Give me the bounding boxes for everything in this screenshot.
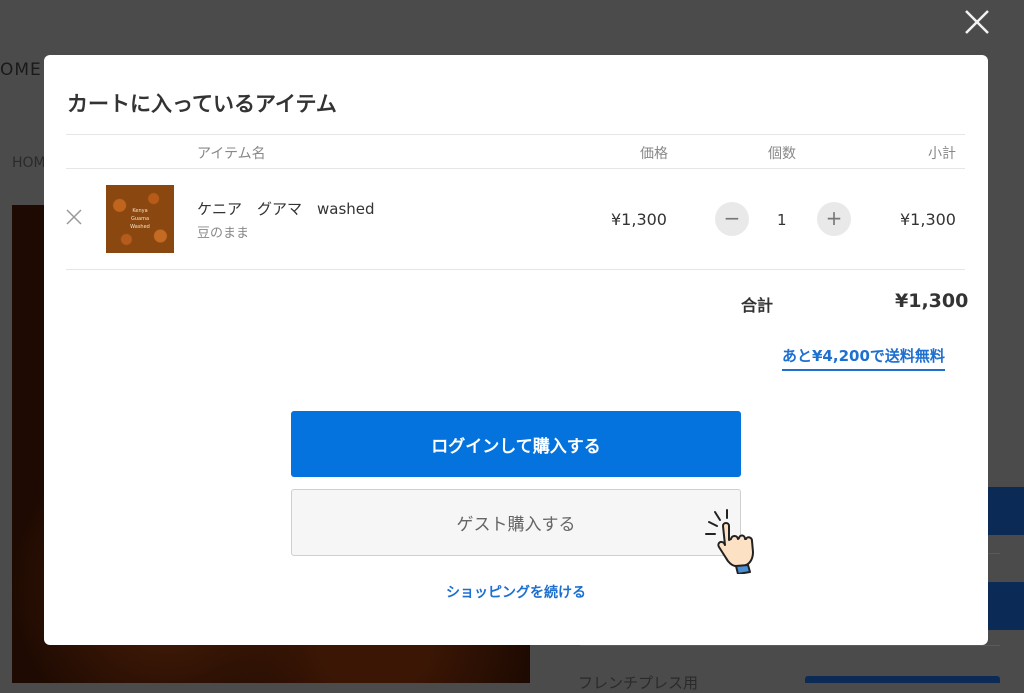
total-value: ¥1,300 bbox=[895, 290, 969, 312]
hand-pointer-icon bbox=[705, 509, 754, 574]
divider bbox=[66, 134, 965, 135]
login-purchase-label: ログインして購入する bbox=[431, 436, 601, 457]
product-thumbnail[interactable]: Kenya Guama Washed bbox=[106, 185, 174, 253]
thumbnail-text: Washed bbox=[130, 224, 150, 230]
column-header-subtotal: 小計 bbox=[928, 146, 956, 162]
free-shipping-link[interactable]: あと¥4,200で送料無料 bbox=[782, 345, 945, 371]
login-purchase-button[interactable]: ログインして購入する bbox=[291, 411, 741, 477]
quantity-value: 1 bbox=[777, 211, 787, 229]
modal-close-button[interactable] bbox=[963, 8, 991, 36]
total-label: 合計 bbox=[741, 296, 774, 315]
background-nav-home: OME bbox=[0, 60, 42, 80]
minus-icon: − bbox=[723, 206, 741, 230]
cart-modal: カートに入っているアイテム アイテム名 価格 個数 小計 Kenya Guama… bbox=[44, 55, 988, 645]
remove-item-button[interactable] bbox=[65, 208, 83, 226]
background-divider bbox=[580, 645, 1000, 646]
increment-quantity-button[interactable]: + bbox=[817, 202, 851, 236]
close-icon bbox=[66, 209, 82, 225]
guest-purchase-label: ゲスト購入する bbox=[456, 515, 576, 535]
item-variant: 豆のまま bbox=[197, 226, 250, 241]
column-header-item: アイテム名 bbox=[197, 146, 266, 162]
item-subtotal: ¥1,300 bbox=[900, 210, 956, 229]
item-price: ¥1,300 bbox=[611, 210, 667, 229]
continue-shopping-link[interactable]: ショッピングを続ける bbox=[438, 582, 594, 602]
plus-icon: + bbox=[825, 206, 843, 230]
thumbnail-text: Guama bbox=[130, 216, 150, 222]
guest-purchase-button[interactable]: ゲスト購入する bbox=[291, 489, 741, 556]
divider bbox=[66, 168, 965, 169]
background-breadcrumb: HOM bbox=[12, 155, 46, 171]
column-header-quantity: 個数 bbox=[768, 146, 796, 162]
thumbnail-text: Kenya bbox=[132, 208, 148, 214]
close-icon bbox=[965, 10, 989, 34]
item-name[interactable]: ケニア グアマ washed bbox=[197, 198, 375, 219]
divider bbox=[66, 269, 965, 270]
background-button bbox=[805, 676, 1000, 683]
column-header-price: 価格 bbox=[640, 146, 668, 162]
modal-title: カートに入っているアイテム bbox=[67, 92, 337, 116]
decrement-quantity-button[interactable]: − bbox=[715, 202, 749, 236]
